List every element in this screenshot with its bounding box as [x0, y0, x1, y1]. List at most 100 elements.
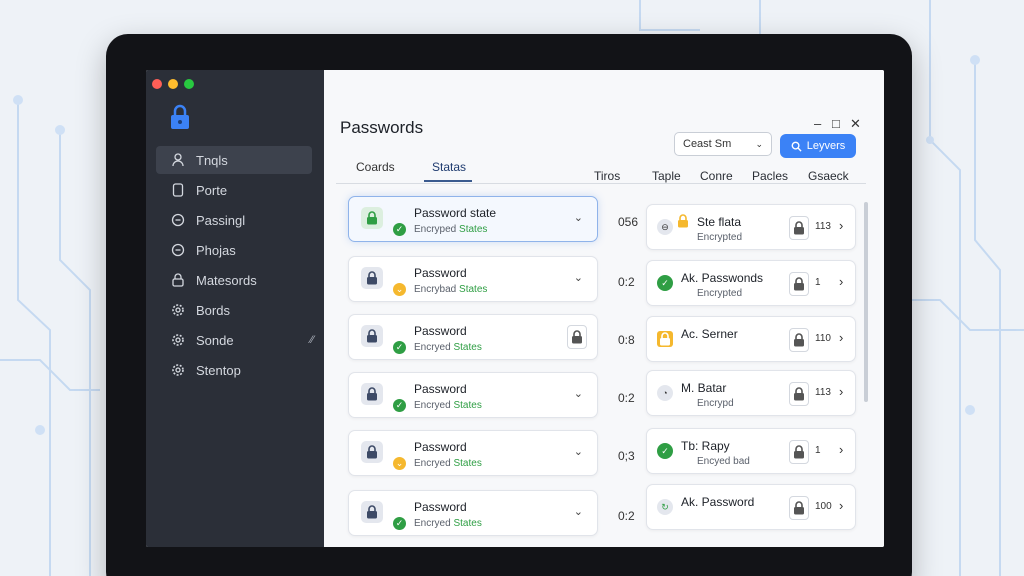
row-value: 0;3: [618, 449, 635, 463]
sidebar-item-label: Sonde: [196, 332, 234, 348]
lock-icon: [361, 207, 383, 229]
lock-button[interactable]: [789, 440, 809, 464]
password-card[interactable]: ✓ Password Encryed States ⌄: [348, 372, 598, 418]
minimize-window-button[interactable]: [168, 79, 178, 89]
maximize-window-button[interactable]: [184, 79, 194, 89]
password-card[interactable]: ⌄ Password Encryed States ⌄: [348, 430, 598, 476]
warning-badge-icon: ⌄: [393, 457, 406, 470]
sidebar-item-label: Stentop: [196, 362, 241, 378]
chevron-down-icon[interactable]: ⌄: [574, 387, 583, 400]
card-subtitle: Encrybad States: [414, 284, 488, 295]
chevron-right-icon[interactable]: ›: [839, 330, 843, 345]
scrollbar[interactable]: [864, 202, 868, 402]
password-card[interactable]: ✓ Password Encryed States: [348, 314, 598, 360]
maximize-button[interactable]: □: [832, 116, 840, 131]
check-badge-icon: ✓: [393, 223, 406, 236]
check-badge-icon: ✓: [393, 341, 406, 354]
search-select[interactable]: Ceast Sm ⌄: [674, 132, 772, 156]
clock-icon: ◔: [657, 385, 673, 401]
chevron-right-icon[interactable]: ›: [839, 218, 843, 233]
tab-coards[interactable]: Coards: [356, 160, 395, 174]
card-title: Password: [414, 266, 467, 280]
row-value: 0:2: [618, 275, 635, 289]
detail-title: Ak. Passwonds: [681, 271, 764, 285]
main-panel: Passwords – □ ✕ Ceast Sm ⌄ Leyvers Coard…: [324, 70, 884, 547]
detail-card[interactable]: ✓ Ak. Passwonds Encrypted 1 ›: [646, 260, 856, 306]
column-header-taple[interactable]: Taple: [652, 169, 681, 183]
column-header-pacles[interactable]: Pacles: [752, 169, 788, 183]
detail-title: Ste flata: [697, 215, 742, 229]
sidebar-item-stentop[interactable]: Stentop: [156, 356, 312, 384]
card-title: Password: [414, 500, 467, 514]
detail-count: 1: [815, 277, 821, 288]
close-button[interactable]: ✕: [850, 116, 861, 132]
sidebar-item-label: Porte: [196, 182, 228, 198]
detail-subtitle: Encrypted: [697, 288, 743, 299]
lock-icon: [677, 214, 689, 233]
password-card[interactable]: ✓ Password Encryed States ⌄: [348, 490, 598, 536]
close-window-button[interactable]: [152, 79, 162, 89]
chevron-down-icon[interactable]: ⌄: [574, 445, 583, 458]
sidebar-item-bords[interactable]: Bords: [156, 296, 312, 324]
column-header-gsaeck[interactable]: Gsaeck: [808, 169, 849, 183]
chevron-right-icon[interactable]: ›: [839, 442, 843, 457]
chevron-down-icon[interactable]: ⌄: [574, 211, 583, 224]
window-traffic-lights: [152, 79, 194, 89]
circle-minus-icon: [170, 212, 186, 228]
active-tab-indicator: [424, 180, 472, 182]
sidebar-item-sonde[interactable]: Sonde ⁄⁄: [156, 326, 314, 354]
card-subtitle: Encryped States: [414, 224, 488, 235]
primary-button-label: Leyvers: [806, 140, 846, 152]
lock-button[interactable]: [789, 328, 809, 352]
chevron-down-icon: ⌄: [755, 138, 763, 149]
lock-icon: [361, 267, 383, 289]
gear-icon: [170, 302, 186, 318]
card-status: States: [453, 400, 482, 411]
tab-statas[interactable]: Statas: [432, 160, 466, 174]
card-title: Password: [414, 324, 467, 338]
card-subtitle: Encryed States: [414, 518, 482, 529]
sidebar-item-matesords[interactable]: Matesords: [156, 266, 312, 294]
sidebar-item-extra: ⁄⁄: [310, 334, 314, 346]
chevron-right-icon[interactable]: ›: [839, 384, 843, 399]
sidebar-item-porte[interactable]: Porte: [156, 176, 312, 204]
column-header-conre[interactable]: Conre: [700, 169, 733, 183]
detail-count: 113: [815, 387, 831, 398]
detail-title: Ak. Password: [681, 495, 755, 509]
detail-card[interactable]: ◔ M. Batar Encrypd 113 ›: [646, 370, 856, 416]
card-status: States: [459, 224, 488, 235]
detail-card[interactable]: ⊖ Ste flata Encrypted 113 ›: [646, 204, 856, 250]
password-card[interactable]: ✓ Password state Encryped States ⌄: [348, 196, 598, 242]
page-title: Passwords: [340, 118, 424, 137]
minimize-button[interactable]: –: [814, 116, 821, 131]
sidebar: Tnqls Porte Passingl Phojas Matesords Bords So…: [146, 70, 324, 547]
detail-card[interactable]: ↻ Ak. Password 100 ›: [646, 484, 856, 530]
check-badge-icon: ✓: [393, 517, 406, 530]
detail-subtitle: Encyed bad: [697, 456, 750, 467]
chevron-right-icon[interactable]: ›: [839, 274, 843, 289]
lock-toggle-button[interactable]: [567, 325, 587, 349]
lock-button[interactable]: [789, 272, 809, 296]
password-card[interactable]: ⌄ Password Encrybad States ⌄: [348, 256, 598, 302]
lock-button[interactable]: [789, 382, 809, 406]
detail-count: 100: [815, 501, 832, 512]
detail-card[interactable]: ✓ Tb: Rapy Encyed bad 1 ›: [646, 428, 856, 474]
detail-count: 113: [815, 221, 831, 232]
lock-icon: [361, 441, 383, 463]
sidebar-item-passingl[interactable]: Passingl: [156, 206, 312, 234]
detail-title: Ac. Serner: [681, 327, 738, 341]
lock-button[interactable]: [789, 216, 809, 240]
circle-minus-icon: [170, 242, 186, 258]
chevron-down-icon[interactable]: ⌄: [574, 271, 583, 284]
phone-icon: [170, 182, 186, 198]
detail-card[interactable]: Ac. Serner 110 ›: [646, 316, 856, 362]
sidebar-item-phojas[interactable]: Phojas: [156, 236, 312, 264]
sidebar-item-tnqls[interactable]: Tnqls: [156, 146, 312, 174]
primary-search-button[interactable]: Leyvers: [780, 134, 856, 158]
chevron-down-icon[interactable]: ⌄: [574, 505, 583, 518]
lock-button[interactable]: [789, 496, 809, 520]
column-header-tiros[interactable]: Tiros: [594, 169, 620, 183]
chevron-right-icon[interactable]: ›: [839, 498, 843, 513]
check-circle-icon: ✓: [657, 275, 673, 291]
check-circle-icon: ✓: [657, 443, 673, 459]
